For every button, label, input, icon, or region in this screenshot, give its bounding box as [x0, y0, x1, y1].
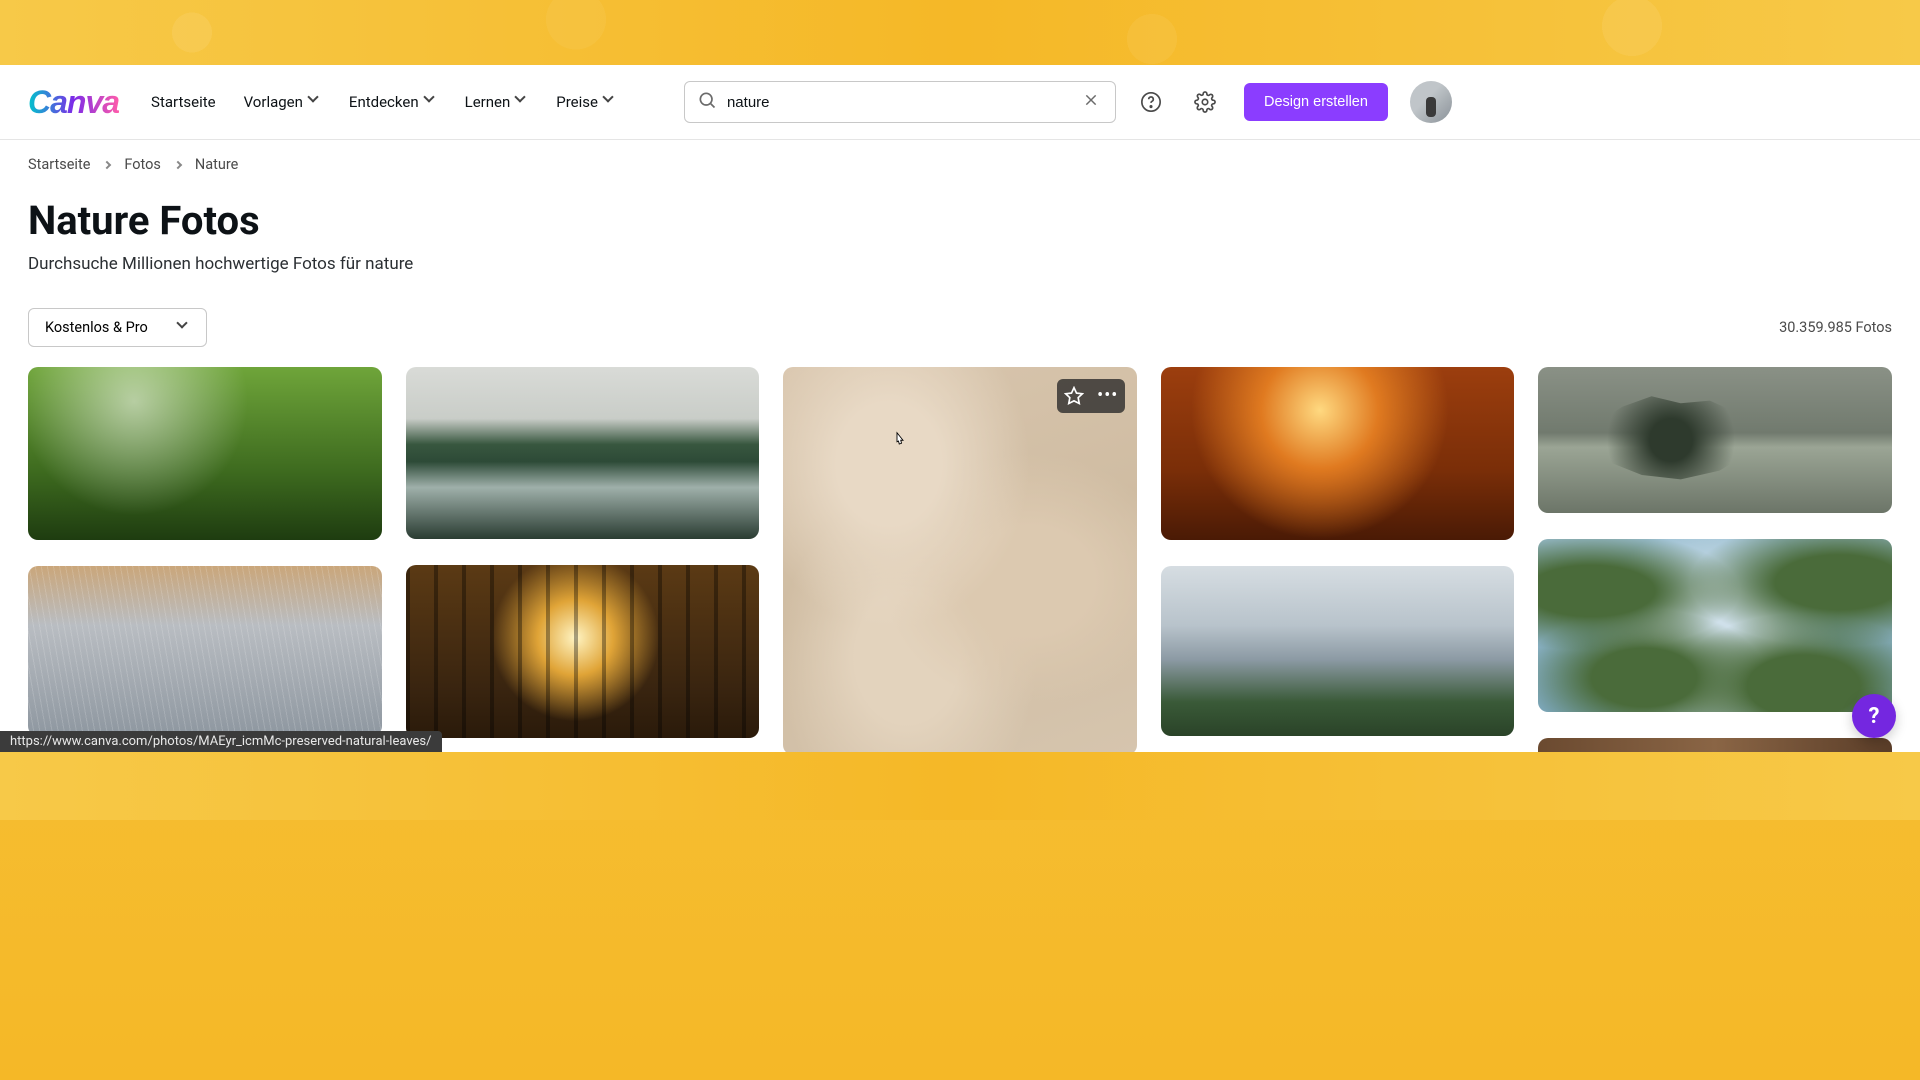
- breadcrumb-current: Nature: [195, 156, 238, 173]
- chevron-right-icon: [103, 160, 111, 168]
- photo-thumbnail[interactable]: [1538, 367, 1892, 513]
- more-options-button[interactable]: •••: [1091, 379, 1125, 413]
- chevron-down-icon: [309, 96, 321, 108]
- nav-templates-label: Vorlagen: [244, 93, 303, 111]
- nav-discover[interactable]: Entdecken: [349, 93, 437, 111]
- promo-banner-top: [0, 0, 1920, 65]
- search-box[interactable]: [684, 81, 1116, 123]
- page-subtitle: Durchsuche Millionen hochwertige Fotos f…: [28, 254, 1892, 274]
- nav-home[interactable]: Startseite: [151, 93, 216, 111]
- ellipsis-icon: •••: [1097, 387, 1118, 405]
- license-filter-dropdown[interactable]: Kostenlos & Pro: [28, 308, 207, 347]
- create-design-button[interactable]: Design erstellen: [1244, 83, 1388, 121]
- favorite-button[interactable]: [1057, 379, 1091, 413]
- nav-pricing-label: Preise: [556, 93, 598, 111]
- nav-learn-label: Lernen: [465, 93, 511, 111]
- photo-thumbnail[interactable]: [28, 566, 382, 736]
- search-icon: [697, 90, 717, 114]
- breadcrumb-photos[interactable]: Fotos: [124, 156, 161, 173]
- settings-button[interactable]: [1186, 83, 1224, 121]
- gallery-column: •••: [783, 367, 1137, 752]
- primary-nav: Startseite Vorlagen Entdecken Lernen Pre…: [151, 93, 616, 111]
- photo-thumbnail[interactable]: [406, 565, 760, 738]
- status-bar-url: https://www.canva.com/photos/MAEyr_icmMc…: [0, 731, 442, 752]
- photo-thumbnail[interactable]: [1161, 566, 1515, 736]
- gallery-column: [28, 367, 382, 752]
- chevron-down-icon: [516, 96, 528, 108]
- photo-thumbnail[interactable]: [1161, 367, 1515, 540]
- app-window: Canva Startseite Vorlagen Entdecken Lern…: [0, 65, 1920, 752]
- result-count: 30.359.985 Fotos: [1779, 319, 1892, 336]
- nav-templates[interactable]: Vorlagen: [244, 93, 321, 111]
- chevron-right-icon: [174, 160, 182, 168]
- gallery-column: [1538, 367, 1892, 752]
- nav-pricing[interactable]: Preise: [556, 93, 616, 111]
- nav-home-label: Startseite: [151, 93, 216, 111]
- chevron-down-icon: [604, 96, 616, 108]
- canva-logo[interactable]: Canva: [28, 84, 119, 121]
- breadcrumb-home[interactable]: Startseite: [28, 156, 90, 173]
- license-filter-label: Kostenlos & Pro: [45, 319, 148, 336]
- photo-thumbnail[interactable]: [1538, 539, 1892, 712]
- help-button[interactable]: [1132, 83, 1170, 121]
- avatar[interactable]: [1410, 81, 1452, 123]
- content-area: Nature Fotos Durchsuche Millionen hochwe…: [0, 173, 1920, 752]
- header-bar: Canva Startseite Vorlagen Entdecken Lern…: [0, 65, 1920, 140]
- gallery-column: [406, 367, 760, 752]
- photo-thumbnail[interactable]: [1538, 738, 1892, 752]
- nav-discover-label: Entdecken: [349, 93, 419, 111]
- photo-hover-actions: •••: [1057, 379, 1125, 413]
- photo-thumbnail-hovered[interactable]: •••: [783, 367, 1137, 752]
- chevron-down-icon: [178, 322, 190, 334]
- nav-learn[interactable]: Lernen: [465, 93, 529, 111]
- photo-gallery: •••: [28, 367, 1892, 752]
- breadcrumb: Startseite Fotos Nature: [0, 140, 1920, 173]
- promo-banner-bottom: [0, 752, 1920, 820]
- cursor-pointer-icon: [891, 430, 909, 452]
- filter-row: Kostenlos & Pro 30.359.985 Fotos: [28, 308, 1892, 347]
- help-fab[interactable]: ?: [1852, 694, 1896, 738]
- gallery-column: [1161, 367, 1515, 752]
- search-input[interactable]: [717, 94, 1079, 111]
- chevron-down-icon: [425, 96, 437, 108]
- photo-thumbnail[interactable]: [406, 367, 760, 539]
- clear-search-button[interactable]: [1079, 88, 1103, 117]
- page-title: Nature Fotos: [28, 197, 1892, 244]
- photo-thumbnail[interactable]: [28, 367, 382, 540]
